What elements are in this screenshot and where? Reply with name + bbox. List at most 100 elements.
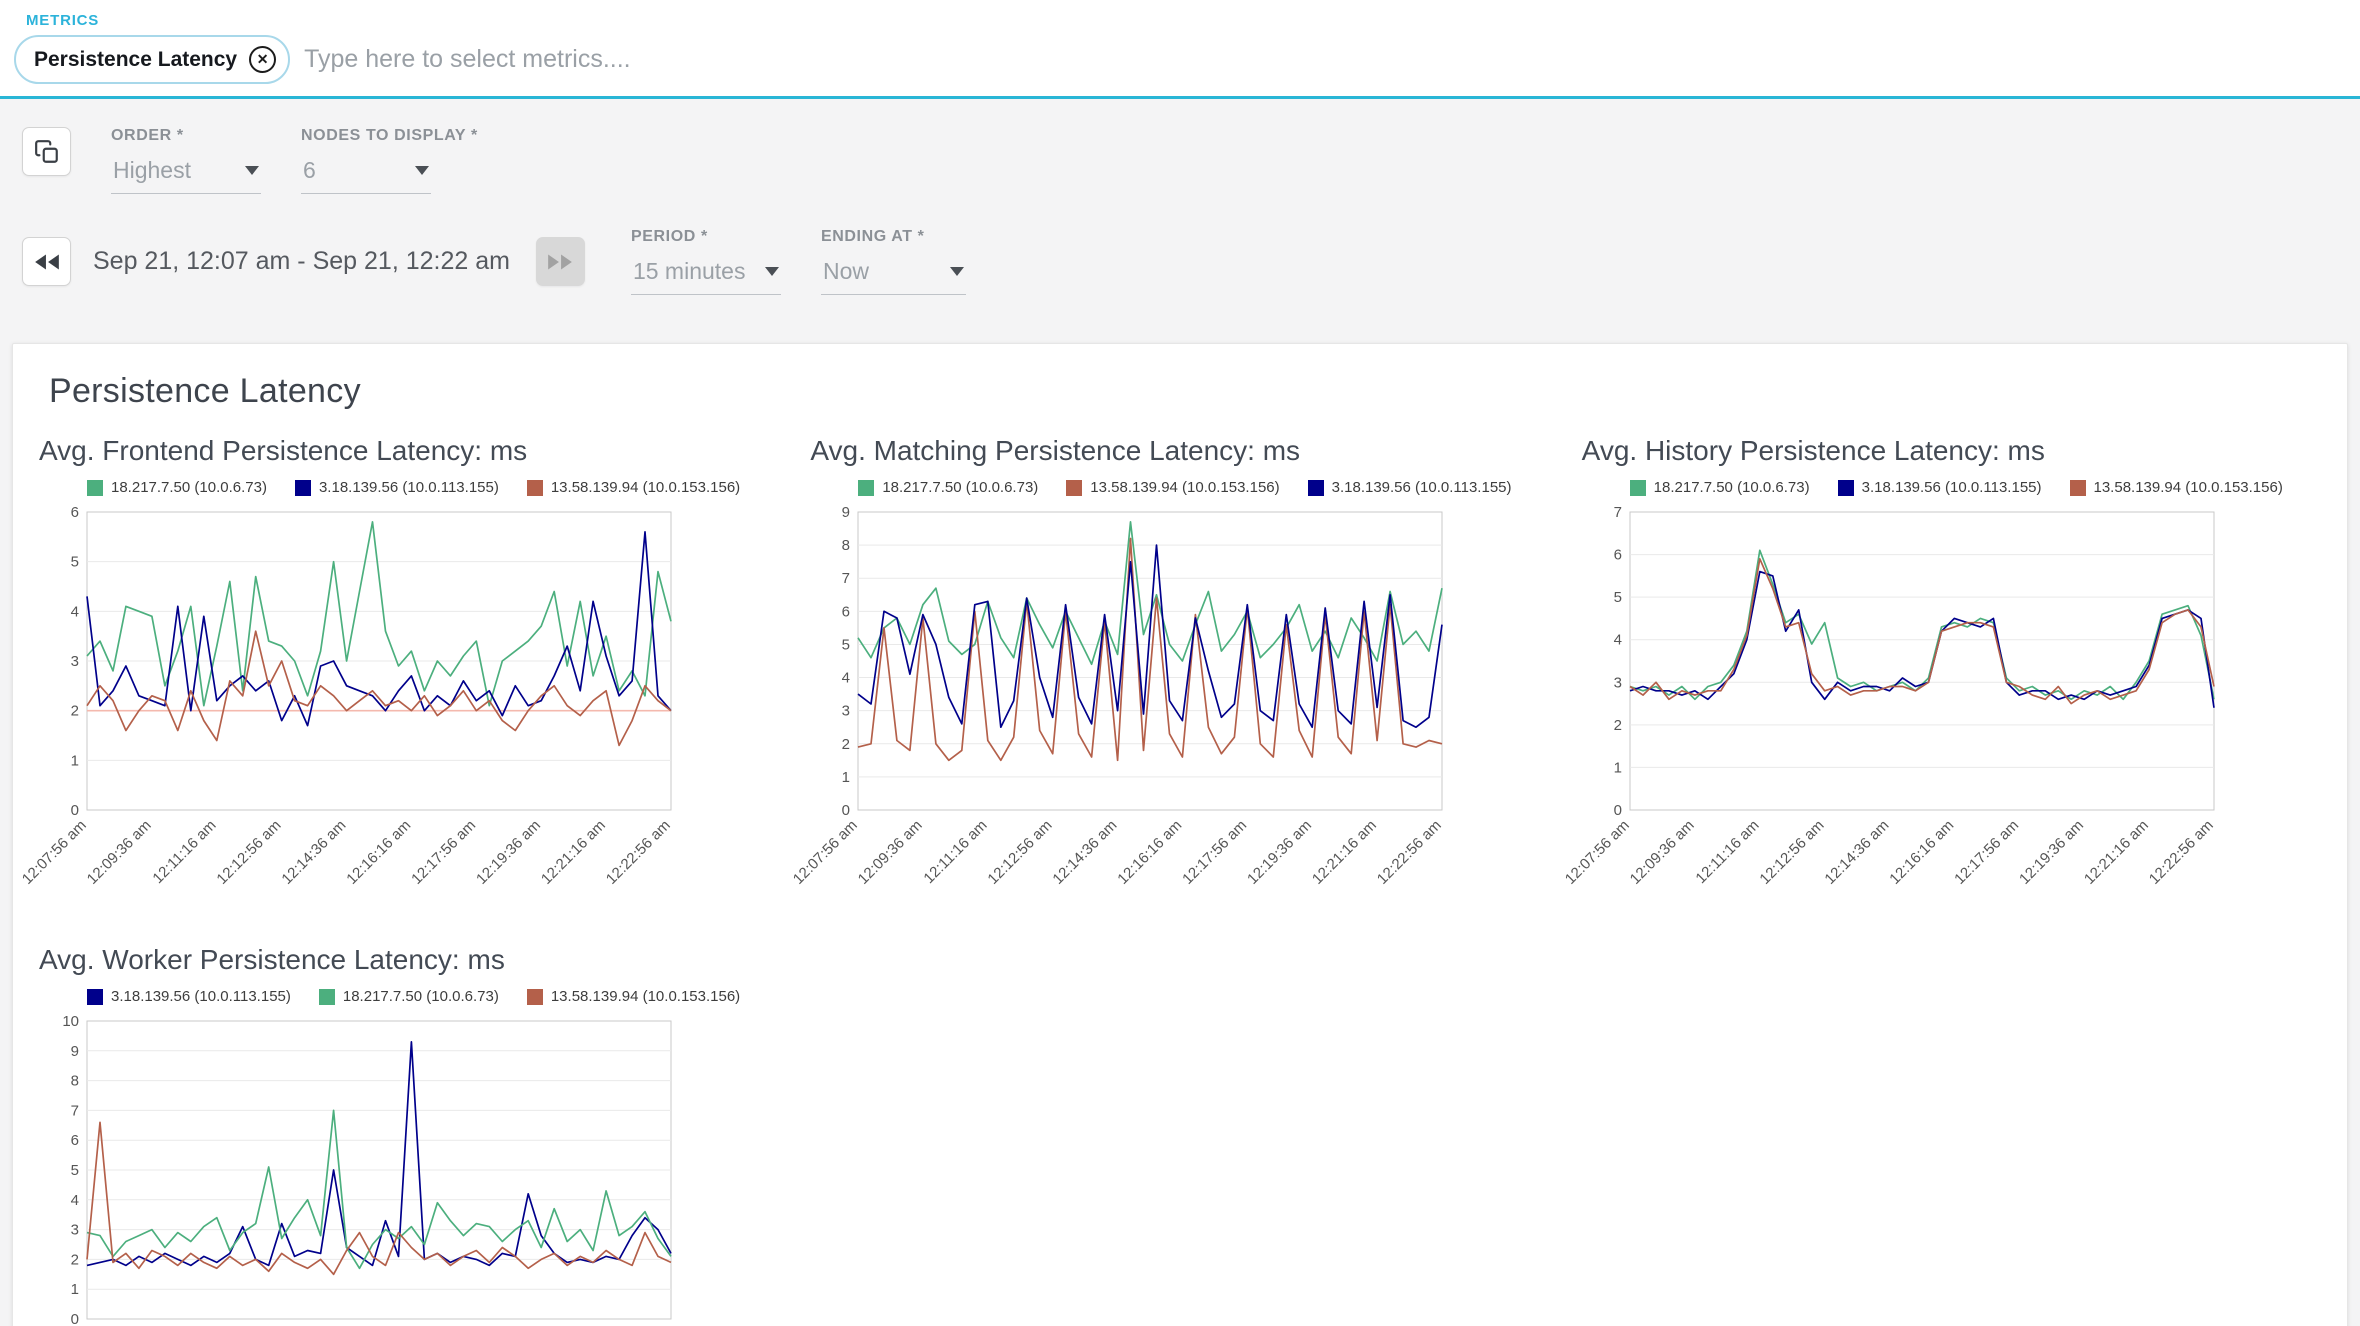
svg-text:6: 6 bbox=[71, 504, 79, 521]
legend-item: 18.217.7.50 (10.0.6.73) bbox=[87, 479, 267, 496]
charts-grid: Avg. Frontend Persistence Latency: ms 18… bbox=[33, 435, 2327, 1326]
legend-item: 3.18.139.56 (10.0.113.155) bbox=[87, 988, 291, 1005]
svg-text:12:09:36 am: 12:09:36 am bbox=[84, 817, 155, 888]
svg-text:12:12:56 am: 12:12:56 am bbox=[985, 817, 1056, 888]
svg-text:12:14:36 am: 12:14:36 am bbox=[1821, 817, 1892, 888]
legend-label: 18.217.7.50 (10.0.6.73) bbox=[343, 988, 499, 1005]
legend-item: 13.58.139.94 (10.0.153.156) bbox=[1066, 479, 1279, 496]
svg-text:12:22:56 am: 12:22:56 am bbox=[1374, 817, 1445, 888]
legend-label: 3.18.139.56 (10.0.113.155) bbox=[1862, 479, 2042, 496]
svg-text:5: 5 bbox=[71, 554, 79, 571]
date-range-label: Sep 21, 12:07 am - Sep 21, 12:22 am bbox=[93, 247, 510, 276]
svg-text:12:16:16 am: 12:16:16 am bbox=[343, 817, 414, 888]
svg-text:12:11:16 am: 12:11:16 am bbox=[1692, 817, 1762, 887]
ending-at-label: ENDING AT * bbox=[821, 228, 966, 246]
period-label: PERIOD * bbox=[631, 228, 781, 246]
metric-chip[interactable]: Persistence Latency ✕ bbox=[14, 35, 290, 84]
svg-text:12:17:56 am: 12:17:56 am bbox=[1951, 817, 2022, 888]
period-field: PERIOD * 15 minutes bbox=[631, 228, 781, 295]
chevron-down-icon bbox=[245, 166, 259, 175]
legend-swatch bbox=[858, 480, 874, 496]
line-chart: 0123456712:07:56 am12:09:36 am12:11:16 a… bbox=[1590, 502, 2327, 902]
svg-text:12:21:16 am: 12:21:16 am bbox=[1309, 817, 1380, 888]
legend-item: 18.217.7.50 (10.0.6.73) bbox=[319, 988, 499, 1005]
nodes-select[interactable]: 6 bbox=[301, 155, 431, 194]
remove-metric-icon[interactable]: ✕ bbox=[249, 46, 276, 73]
line-chart-svg: 01234567891012:07:56 am12:09:36 am12:11:… bbox=[47, 1011, 687, 1326]
svg-text:12:09:36 am: 12:09:36 am bbox=[855, 817, 926, 888]
metrics-bar: METRICS Persistence Latency ✕ bbox=[0, 0, 2360, 99]
panel-title: Persistence Latency bbox=[49, 372, 2327, 411]
svg-text:12:14:36 am: 12:14:36 am bbox=[278, 817, 349, 888]
svg-text:12:11:16 am: 12:11:16 am bbox=[921, 817, 991, 887]
chevron-down-icon bbox=[950, 267, 964, 276]
legend-swatch bbox=[319, 989, 335, 1005]
svg-text:12:19:36 am: 12:19:36 am bbox=[473, 817, 544, 888]
legend-item: 13.58.139.94 (10.0.153.156) bbox=[2070, 479, 2283, 496]
svg-text:1: 1 bbox=[1613, 759, 1621, 776]
svg-text:2: 2 bbox=[1613, 717, 1621, 734]
order-field: ORDER * Highest bbox=[111, 127, 261, 194]
svg-text:0: 0 bbox=[71, 802, 79, 819]
svg-text:12:19:36 am: 12:19:36 am bbox=[1244, 817, 1315, 888]
line-chart-svg: 012345612:07:56 am12:09:36 am12:11:16 am… bbox=[47, 502, 687, 902]
legend-label: 13.58.139.94 (10.0.153.156) bbox=[551, 479, 740, 496]
nodes-select-value: 6 bbox=[303, 157, 316, 184]
svg-text:3: 3 bbox=[71, 1222, 79, 1239]
svg-text:6: 6 bbox=[71, 1132, 79, 1149]
svg-text:12:21:16 am: 12:21:16 am bbox=[538, 817, 609, 888]
svg-text:5: 5 bbox=[842, 636, 850, 653]
svg-text:5: 5 bbox=[1613, 589, 1621, 606]
charts-panel: Persistence Latency Avg. Frontend Persis… bbox=[12, 343, 2348, 1326]
chart-card-frontend: Avg. Frontend Persistence Latency: ms 18… bbox=[33, 435, 784, 902]
order-select[interactable]: Highest bbox=[111, 155, 261, 194]
legend-item: 13.58.139.94 (10.0.153.156) bbox=[527, 479, 740, 496]
svg-text:4: 4 bbox=[71, 603, 79, 620]
svg-text:7: 7 bbox=[71, 1102, 79, 1119]
line-chart-svg: 0123456712:07:56 am12:09:36 am12:11:16 a… bbox=[1590, 502, 2230, 902]
svg-text:7: 7 bbox=[1613, 504, 1621, 521]
order-select-value: Highest bbox=[113, 157, 191, 184]
svg-text:4: 4 bbox=[842, 670, 850, 687]
legend-label: 3.18.139.56 (10.0.113.155) bbox=[319, 479, 499, 496]
legend-swatch bbox=[1066, 480, 1082, 496]
legend-label: 13.58.139.94 (10.0.153.156) bbox=[2094, 479, 2283, 496]
svg-text:12:09:36 am: 12:09:36 am bbox=[1626, 817, 1697, 888]
legend-swatch bbox=[527, 989, 543, 1005]
svg-text:10: 10 bbox=[62, 1013, 79, 1030]
previous-period-button[interactable] bbox=[22, 237, 71, 286]
period-select[interactable]: 15 minutes bbox=[631, 256, 781, 295]
svg-text:8: 8 bbox=[842, 537, 850, 554]
legend-item: 3.18.139.56 (10.0.113.155) bbox=[295, 479, 499, 496]
svg-text:0: 0 bbox=[71, 1311, 79, 1326]
svg-text:6: 6 bbox=[842, 603, 850, 620]
order-label: ORDER * bbox=[111, 127, 261, 145]
chart-title: Avg. Worker Persistence Latency: ms bbox=[39, 944, 784, 976]
svg-text:0: 0 bbox=[842, 802, 850, 819]
metrics-search-input[interactable] bbox=[304, 45, 2360, 74]
next-period-button[interactable] bbox=[536, 237, 585, 286]
legend-item: 3.18.139.56 (10.0.113.155) bbox=[1308, 479, 1512, 496]
svg-text:7: 7 bbox=[842, 570, 850, 587]
svg-text:8: 8 bbox=[71, 1073, 79, 1090]
nodes-label: NODES TO DISPLAY * bbox=[301, 127, 478, 145]
svg-text:12:07:56 am: 12:07:56 am bbox=[790, 817, 861, 888]
svg-text:4: 4 bbox=[71, 1192, 79, 1209]
ending-at-field: ENDING AT * Now bbox=[821, 228, 966, 295]
chevron-down-icon bbox=[415, 166, 429, 175]
controls-area: ORDER * Highest NODES TO DISPLAY * 6 Sep bbox=[0, 99, 2360, 329]
legend-item: 18.217.7.50 (10.0.6.73) bbox=[1630, 479, 1810, 496]
chart-title: Avg. Frontend Persistence Latency: ms bbox=[39, 435, 784, 467]
legend-swatch bbox=[1630, 480, 1646, 496]
svg-text:12:16:16 am: 12:16:16 am bbox=[1115, 817, 1186, 888]
svg-text:12:07:56 am: 12:07:56 am bbox=[19, 817, 90, 888]
rewind-icon bbox=[33, 253, 61, 271]
svg-text:12:12:56 am: 12:12:56 am bbox=[1756, 817, 1827, 888]
svg-text:12:16:16 am: 12:16:16 am bbox=[1886, 817, 1957, 888]
nodes-field: NODES TO DISPLAY * 6 bbox=[301, 127, 478, 194]
ending-at-select[interactable]: Now bbox=[821, 256, 966, 295]
copy-button[interactable] bbox=[22, 127, 71, 176]
legend-swatch bbox=[87, 480, 103, 496]
legend-label: 3.18.139.56 (10.0.113.155) bbox=[111, 988, 291, 1005]
svg-text:12:19:36 am: 12:19:36 am bbox=[2016, 817, 2087, 888]
